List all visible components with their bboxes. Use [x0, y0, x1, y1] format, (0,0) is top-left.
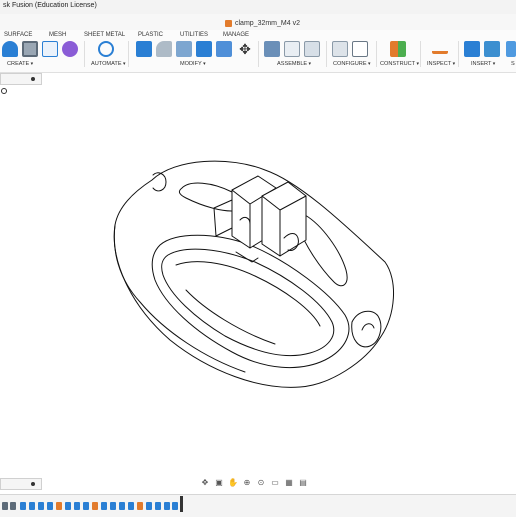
combine-icon[interactable]: [196, 41, 212, 57]
timeline-marker[interactable]: [180, 496, 183, 512]
group-select[interactable]: S: [511, 61, 515, 67]
group-modify[interactable]: MODIFY: [180, 61, 206, 67]
fillet-icon[interactable]: [156, 41, 172, 57]
timeline-feature[interactable]: [164, 502, 170, 510]
timeline-prev-icon[interactable]: [10, 502, 16, 510]
group-insert[interactable]: INSERT: [471, 61, 495, 67]
timeline-feature[interactable]: [65, 502, 71, 510]
zoom-icon[interactable]: ⊕: [242, 478, 252, 487]
timeline-feature[interactable]: [101, 502, 107, 510]
3d-viewport[interactable]: [0, 84, 516, 474]
table-icon[interactable]: [352, 41, 368, 57]
document-icon: [225, 19, 232, 27]
sketch-icon[interactable]: [2, 41, 18, 57]
tab-sheet-metal[interactable]: SHEET METAL: [84, 32, 125, 38]
timeline-first-icon[interactable]: [2, 502, 8, 510]
timeline-feature[interactable]: [110, 502, 116, 510]
display-settings-icon[interactable]: ▭: [270, 478, 280, 487]
look-at-icon[interactable]: ▣: [214, 478, 224, 487]
timeline-feature[interactable]: [38, 502, 44, 510]
group-construct[interactable]: CONSTRUCT: [380, 61, 419, 67]
automate-tool-icon[interactable]: [98, 41, 114, 57]
timeline-feature[interactable]: [119, 502, 125, 510]
tab-manage[interactable]: MANAGE: [223, 32, 249, 38]
timeline-feature[interactable]: [172, 502, 178, 510]
decal-icon[interactable]: [484, 41, 500, 57]
automate-icon[interactable]: [62, 41, 78, 57]
group-automate[interactable]: AUTOMATE: [91, 61, 125, 67]
plane-icon[interactable]: [390, 41, 406, 57]
align-icon[interactable]: [216, 41, 232, 57]
select-icon[interactable]: [506, 41, 516, 57]
as-built-joint-icon[interactable]: [304, 41, 320, 57]
shell-icon[interactable]: [176, 41, 192, 57]
panel-pin-icon[interactable]: [31, 77, 35, 81]
viewports-icon[interactable]: ▤: [298, 478, 308, 487]
clamp-model: [113, 160, 394, 388]
tab-mesh[interactable]: MESH: [49, 32, 66, 38]
grid-settings-icon[interactable]: ▦: [284, 478, 294, 487]
group-create[interactable]: CREATE: [7, 61, 33, 67]
timeline-feature[interactable]: [74, 502, 80, 510]
group-inspect[interactable]: INSPECT: [427, 61, 455, 67]
timeline-feature[interactable]: [29, 502, 35, 510]
timeline-feature[interactable]: [20, 502, 26, 510]
timeline-feature[interactable]: [128, 502, 134, 510]
box-icon[interactable]: [22, 41, 38, 57]
timeline-feature[interactable]: [92, 502, 98, 510]
timeline-feature[interactable]: [47, 502, 53, 510]
document-tab-label: clamp_32mm_M4 v2: [235, 19, 300, 27]
tab-utilities[interactable]: UTILITIES: [180, 32, 208, 38]
form-icon[interactable]: [42, 41, 58, 57]
timeline-feature[interactable]: [137, 502, 143, 510]
press-pull-icon[interactable]: [136, 41, 152, 57]
joint-icon[interactable]: [264, 41, 280, 57]
title-bar: sk Fusion (Education License): [0, 0, 516, 15]
configure-icon[interactable]: [332, 41, 348, 57]
move-icon[interactable]: ✥: [237, 41, 253, 57]
orbit-icon[interactable]: ✥: [200, 478, 210, 487]
group-assemble[interactable]: ASSEMBLE: [277, 61, 311, 67]
tab-surface[interactable]: SURFACE: [4, 32, 32, 38]
navigation-bar: ✥ ▣ ✋ ⊕ ⊙ ▭ ▦ ▤: [200, 476, 316, 488]
rigid-group-icon[interactable]: [284, 41, 300, 57]
fit-icon[interactable]: ⊙: [256, 478, 266, 487]
measure-icon[interactable]: [432, 44, 448, 54]
timeline-feature[interactable]: [146, 502, 152, 510]
insert-icon[interactable]: [464, 41, 480, 57]
timeline-feature[interactable]: [83, 502, 89, 510]
comments-expand-icon[interactable]: [31, 482, 35, 486]
app-title: sk Fusion (Education License): [3, 2, 97, 9]
timeline-feature[interactable]: [56, 502, 62, 510]
pan-icon[interactable]: ✋: [228, 478, 238, 487]
comments-panel[interactable]: [0, 478, 42, 490]
tab-plastic[interactable]: PLASTIC: [138, 32, 163, 38]
group-configure[interactable]: CONFIGURE: [333, 61, 370, 67]
timeline-feature[interactable]: [155, 502, 161, 510]
document-tab[interactable]: clamp_32mm_M4 v2: [225, 16, 300, 30]
